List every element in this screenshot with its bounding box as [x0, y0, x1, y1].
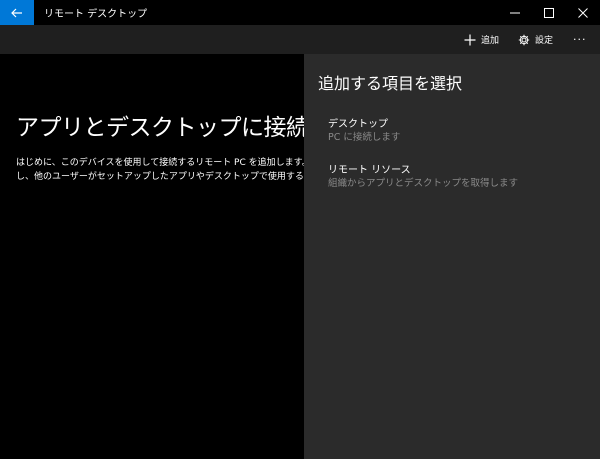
settings-button-label: 設定: [535, 36, 554, 46]
maximize-icon: [544, 7, 554, 18]
ellipsis-icon: ···: [573, 33, 587, 46]
window-title: リモート デスクトップ: [44, 9, 148, 20]
add-item-flyout: 追加する項目を選択 デスクトップ PC に接続します リモート リソース 組織か…: [304, 54, 600, 459]
close-icon: [578, 7, 588, 18]
option-title: デスクトップ: [328, 119, 388, 130]
page-title: アプリとデスクトップに接続: [16, 115, 304, 141]
option-desktop[interactable]: デスクトップ PC に接続します: [318, 118, 588, 152]
minimize-button[interactable]: [498, 0, 532, 25]
settings-button[interactable]: 設定: [518, 25, 553, 54]
maximize-button[interactable]: [532, 0, 566, 25]
option-subtitle: 組織からアプリとデスクトップを取得します: [328, 178, 519, 189]
command-bar: 追加 設定 ···: [0, 25, 600, 54]
gear-icon: [518, 34, 530, 45]
back-button[interactable]: [0, 0, 34, 25]
description-line: し、他のユーザーがセットアップしたアプリやデスクトップで使用することで: [16, 172, 304, 182]
option-remote-resources[interactable]: リモート リソース 組織からアプリとデスクトップを取得します: [318, 164, 588, 198]
plus-icon: [464, 34, 476, 45]
flyout-title: 追加する項目を選択: [318, 74, 463, 93]
option-title: リモート リソース: [328, 165, 411, 176]
more-button[interactable]: ···: [573, 25, 587, 54]
add-button[interactable]: 追加: [464, 25, 499, 54]
back-arrow-icon: [11, 8, 22, 17]
option-subtitle: PC に接続します: [328, 132, 401, 143]
page-description: はじめに、このデバイスを使用して接続するリモート PC を追加します。リモ し、…: [16, 156, 304, 184]
add-button-label: 追加: [481, 36, 500, 46]
window-controls: [498, 0, 600, 25]
app-window: リモート デスクトップ 追加 設定 ··· アプリとデスクトップに接続 はじめに…: [0, 0, 600, 459]
close-button[interactable]: [566, 0, 600, 25]
description-line: はじめに、このデバイスを使用して接続するリモート PC を追加します。リモ: [16, 158, 304, 168]
main-content: アプリとデスクトップに接続 はじめに、このデバイスを使用して接続するリモート P…: [0, 54, 304, 459]
title-bar: リモート デスクトップ: [0, 0, 600, 25]
minimize-icon: [510, 12, 520, 13]
